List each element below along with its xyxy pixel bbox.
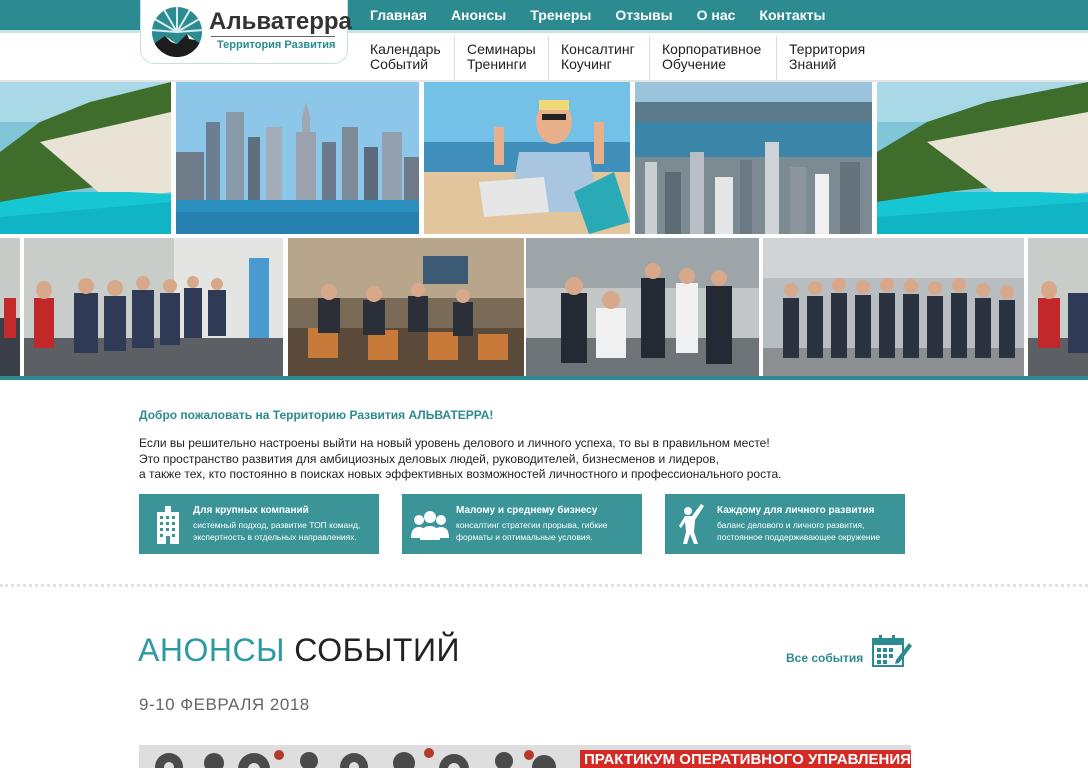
gallery-photo-coast-right[interactable] bbox=[877, 82, 1088, 234]
card-title: Каждому для личного развития bbox=[717, 505, 875, 516]
card-text-line: экспертность в отдельных направлениях. bbox=[193, 532, 357, 542]
person-raising-hand-icon bbox=[679, 504, 704, 544]
gallery-photo-training-room[interactable] bbox=[288, 238, 524, 376]
subnav-knowledge-line2: Знаний bbox=[789, 56, 837, 72]
events-heading-part2: СОБЫТИЙ bbox=[294, 632, 460, 668]
site-logo[interactable]: Альватерра Территория Развития bbox=[140, 0, 352, 64]
events-heading-part1: АНОНСЫ bbox=[138, 632, 285, 668]
subnav-consulting-line1: Консалтинг bbox=[561, 41, 635, 57]
event-date: 9-10 ФЕВРАЛЯ 2018 bbox=[139, 695, 310, 714]
card-title: Для крупных компаний bbox=[193, 505, 309, 516]
nav-about[interactable]: О нас bbox=[685, 0, 748, 30]
subnav-seminars-line2: Тренинги bbox=[467, 56, 527, 72]
gallery-photo-coast-left[interactable] bbox=[0, 82, 171, 234]
calendar-edit-icon[interactable] bbox=[872, 634, 912, 668]
card-text-line: форматы и оптимальные условия. bbox=[456, 532, 593, 542]
logo-title: Альватерра bbox=[209, 8, 352, 35]
subnav-consulting-line2: Коучинг bbox=[561, 56, 612, 72]
nav-reviews[interactable]: Отзывы bbox=[603, 0, 684, 30]
card-text: системный подход, развитие ТОП команд, э… bbox=[193, 519, 360, 543]
card-text: баланс делового и личного развития, пост… bbox=[717, 519, 880, 543]
gallery-photo-hong-kong[interactable] bbox=[635, 82, 872, 234]
all-events-link[interactable]: Все события bbox=[786, 651, 863, 665]
subnav-calendar-line2: Событий bbox=[370, 56, 429, 72]
events-heading: АНОНСЫ СОБЫТИЙ bbox=[138, 632, 460, 669]
subnav-seminars[interactable]: Семинары Тренинги bbox=[455, 36, 549, 80]
group-icon bbox=[411, 511, 449, 540]
subnav-seminars-line1: Семинары bbox=[467, 41, 536, 57]
banner-title: ПРАКТИКУМ ОПЕРАТИВНОГО УПРАВЛЕНИЯ: bbox=[580, 750, 911, 768]
intro-line: Это пространство развития для амбициозны… bbox=[139, 451, 719, 466]
logo-underline bbox=[211, 36, 335, 37]
logo-subtitle: Территория Развития bbox=[217, 39, 336, 51]
gallery-photo-seminar-edge-left[interactable] bbox=[0, 238, 20, 376]
gallery-photo-beach-laptop[interactable] bbox=[424, 82, 630, 234]
event-banner[interactable]: ПРАКТИКУМ ОПЕРАТИВНОГО УПРАВЛЕНИЯ: bbox=[139, 745, 911, 768]
gallery-photo-group-portrait[interactable] bbox=[763, 238, 1024, 376]
gallery-photo-new-york[interactable] bbox=[176, 82, 419, 234]
subnav-corporate-line1: Корпоративное bbox=[662, 41, 762, 57]
subnav-knowledge-line1: Территория bbox=[789, 41, 866, 57]
nav-announcements[interactable]: Анонсы bbox=[439, 0, 518, 30]
card-title: Малому и среднему бизнесу bbox=[456, 505, 598, 516]
gallery-divider bbox=[0, 376, 1088, 380]
intro-line: Если вы решительно настроены выйти на но… bbox=[139, 436, 770, 450]
card-personal-development[interactable]: Каждому для личного развития баланс дело… bbox=[665, 494, 905, 554]
intro-text: Если вы решительно настроены выйти на но… bbox=[139, 436, 781, 483]
nav-home[interactable]: Главная bbox=[358, 0, 439, 30]
gallery-photo-seminar-edge-right[interactable] bbox=[1028, 238, 1088, 376]
subnav-corporate[interactable]: Корпоративное Обучение bbox=[650, 36, 777, 80]
building-icon bbox=[157, 506, 179, 544]
nav-trainers[interactable]: Тренеры bbox=[518, 0, 603, 30]
card-text: консалтинг стратегии прорыва, гибкие фор… bbox=[456, 519, 608, 543]
card-text-line: постоянное поддерживающее окружение bbox=[717, 532, 881, 542]
subnav-consulting[interactable]: Консалтинг Коучинг bbox=[549, 36, 650, 80]
welcome-heading: Добро пожаловать на Территорию Развития … bbox=[139, 408, 494, 422]
card-text-line: системный подход, развитие ТОП команд, bbox=[193, 520, 361, 530]
nav-contacts[interactable]: Контакты bbox=[747, 0, 837, 30]
subnav-calendar[interactable]: Календарь Событий bbox=[358, 36, 455, 80]
sub-nav: Календарь Событий Семинары Тренинги Конс… bbox=[358, 36, 881, 80]
section-divider bbox=[0, 584, 1088, 587]
card-small-business[interactable]: Малому и среднему бизнесу консалтинг стр… bbox=[402, 494, 642, 554]
audience-cards: Для крупных компаний системный подход, р… bbox=[139, 494, 905, 554]
logo-emblem-icon bbox=[152, 7, 202, 57]
card-large-companies[interactable]: Для крупных компаний системный подход, р… bbox=[139, 494, 379, 554]
main-nav: Главная Анонсы Тренеры Отзывы О нас Конт… bbox=[358, 0, 837, 30]
subnav-corporate-line2: Обучение bbox=[662, 56, 727, 72]
intro-line: а также тех, кто постоянно в поисках нов… bbox=[139, 467, 782, 481]
photo-gallery bbox=[0, 82, 1088, 380]
subnav-knowledge[interactable]: Территория Знаний bbox=[777, 36, 881, 80]
card-text-line: консалтинг стратегии прорыва, гибкие bbox=[456, 520, 608, 530]
card-text-line: баланс делового и личного развития, bbox=[717, 520, 865, 530]
gallery-photo-seminar-audience[interactable] bbox=[24, 238, 283, 376]
gallery-photo-team-discussion[interactable] bbox=[526, 238, 759, 376]
subnav-calendar-line1: Календарь bbox=[370, 41, 441, 57]
